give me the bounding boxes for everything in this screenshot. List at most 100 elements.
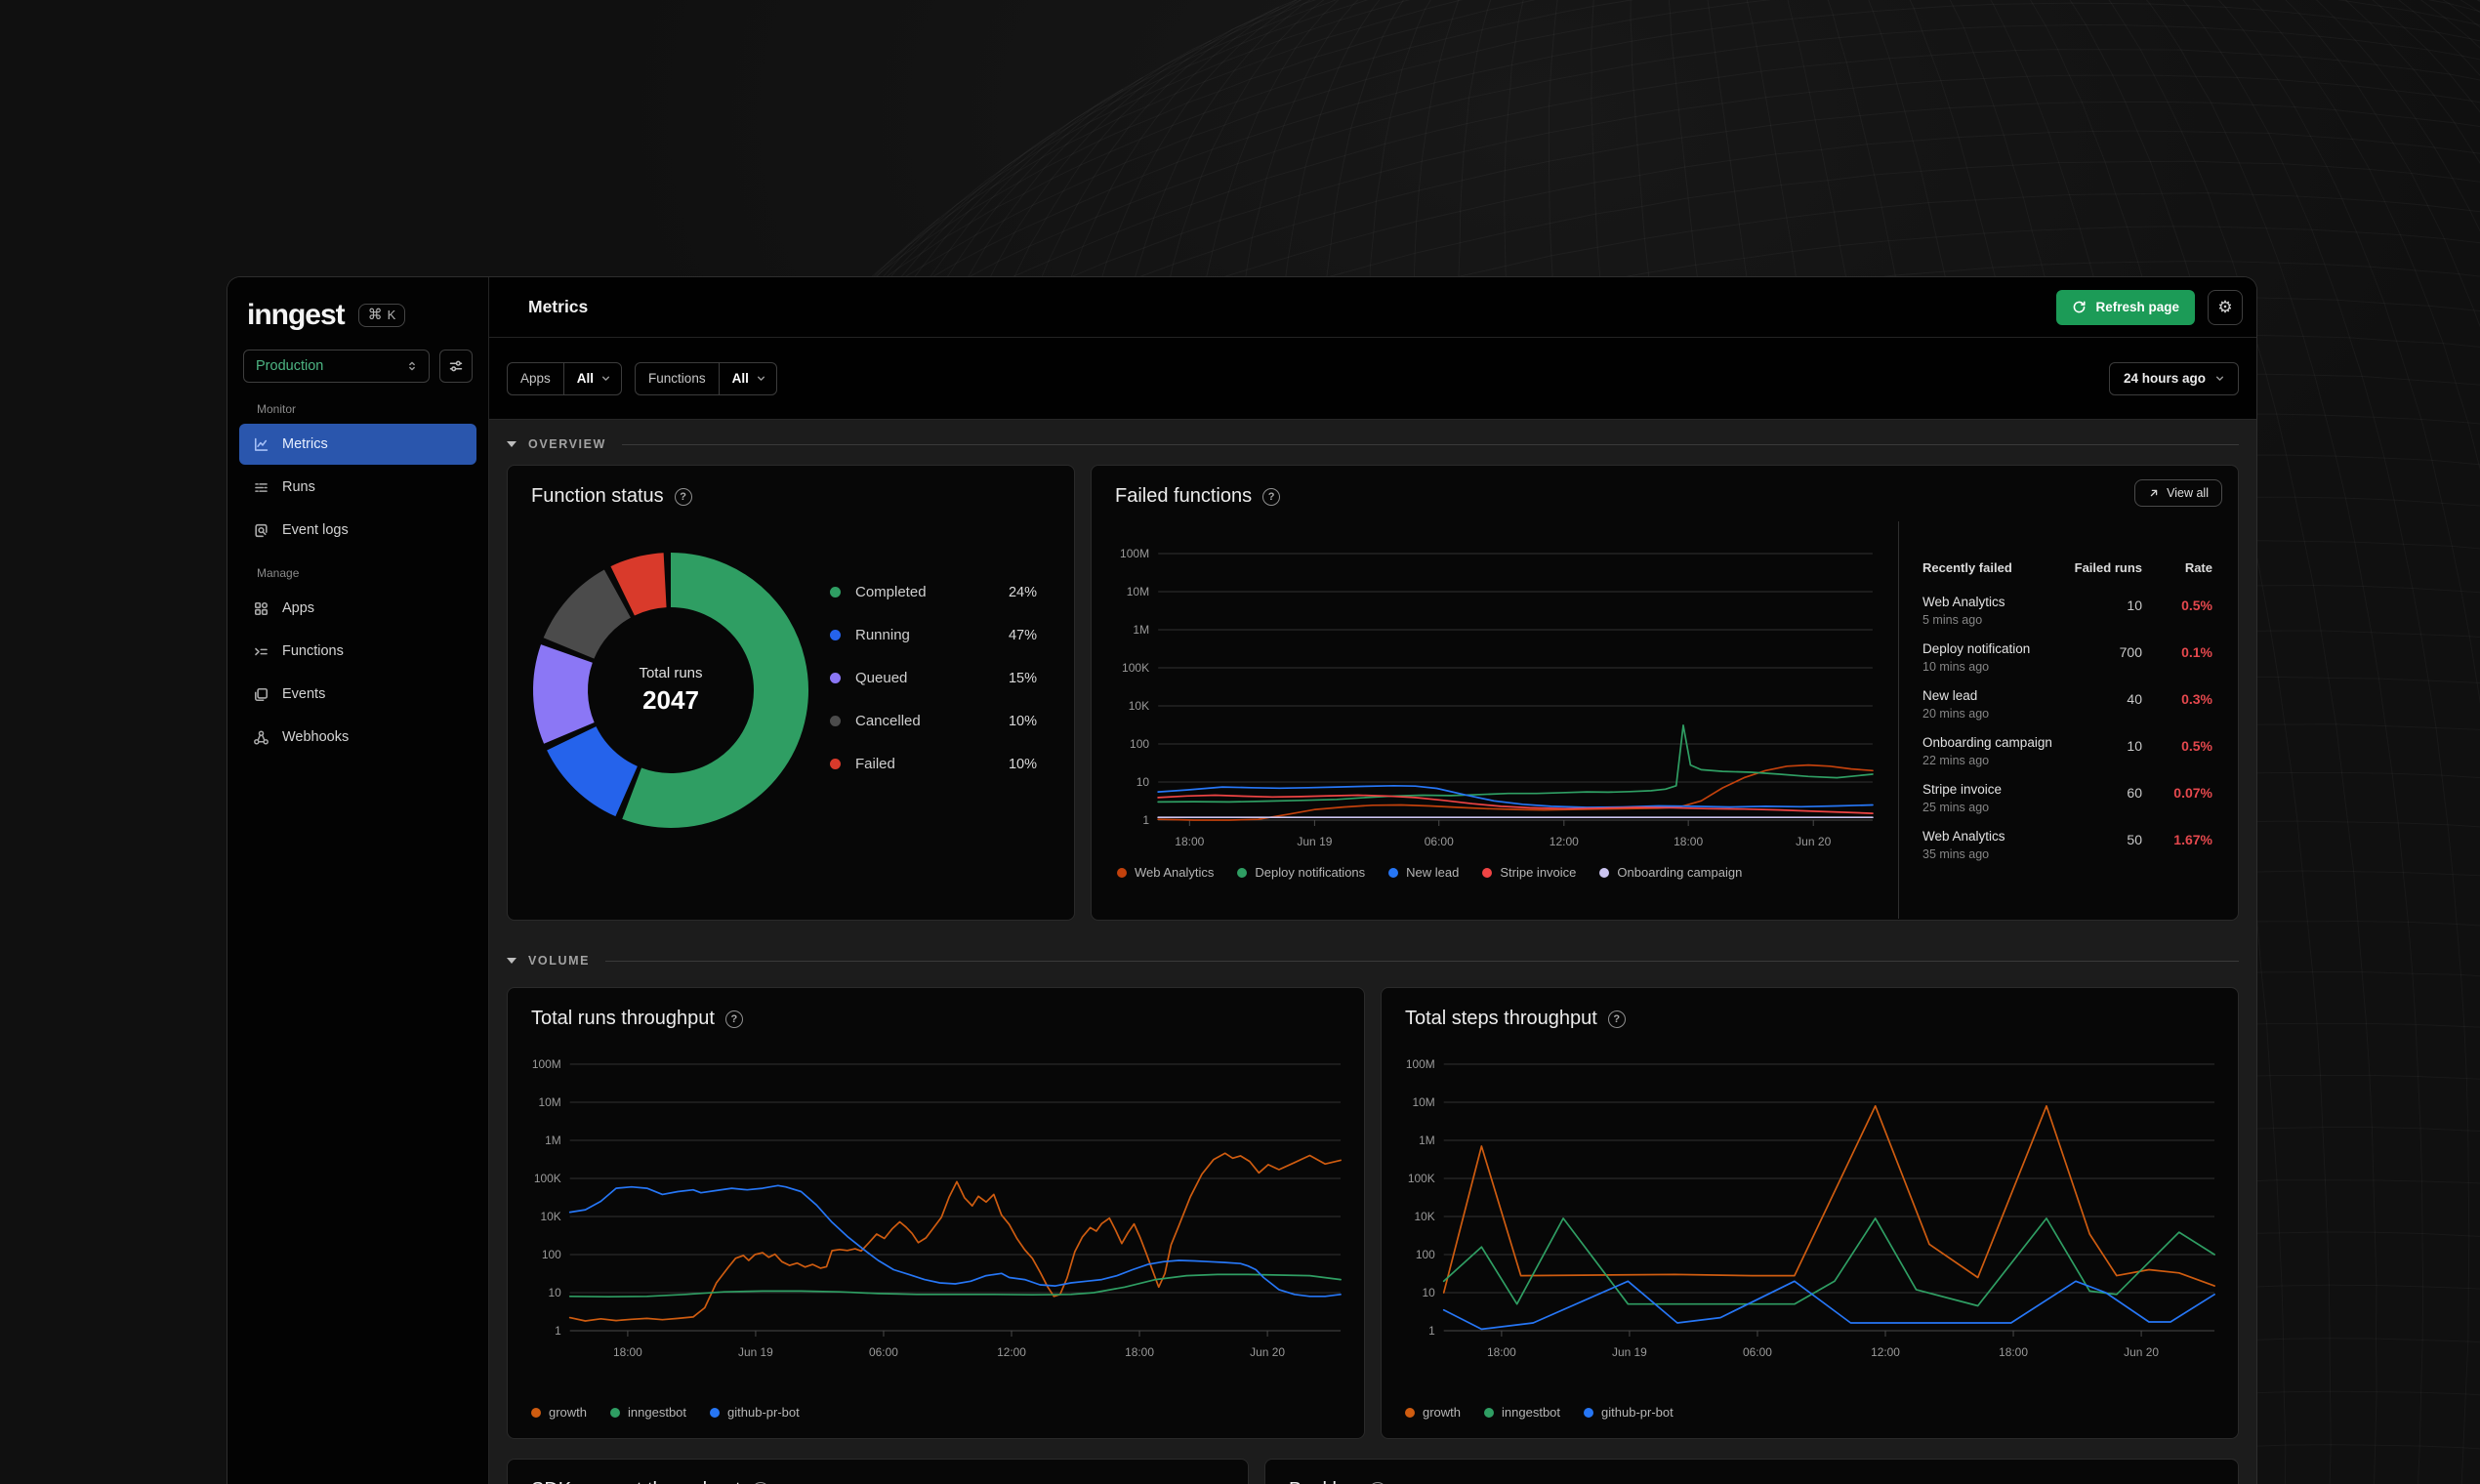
apps-filter-label: Apps [520,371,551,386]
help-icon[interactable]: ? [1607,1010,1626,1028]
svg-text:100K: 100K [1408,1172,1435,1185]
functions-filter[interactable]: Functions All [635,361,777,395]
time-range-value: 24 hours ago [2123,371,2206,386]
failed-functions-title: Failed functions [1115,485,1253,507]
refresh-page-button[interactable]: Refresh page [2056,289,2195,325]
svg-text:100M: 100M [1120,547,1149,560]
collapse-triangle-icon [507,441,517,447]
failed-runs-count: 50 [2127,832,2142,847]
failed-function-name: Web Analytics [1922,829,2005,844]
svg-text:06:00: 06:00 [1743,1345,1772,1359]
svg-text:10: 10 [548,1286,561,1299]
legend-dot-icon [830,587,841,598]
legend-item: Deploy notifications [1237,865,1365,880]
legend-label: inngestbot [628,1405,687,1420]
legend-dot-icon [830,716,841,726]
total-steps-throughput-title: Total steps throughput [1405,1008,1597,1029]
help-icon[interactable]: ? [674,487,692,506]
sidebar-item-runs[interactable]: Runs [239,467,476,508]
apps-filter[interactable]: Apps All [507,361,623,395]
svg-text:100K: 100K [534,1172,561,1185]
failed-rate: 0.07% [2173,785,2212,801]
legend-dot-icon [1599,867,1610,878]
total-runs-throughput-title: Total runs throughput [531,1008,715,1029]
apps-filter-value: All [576,371,595,386]
sidebar-item-label: Apps [282,600,315,616]
svg-text:Jun 19: Jun 19 [738,1345,773,1359]
desktop-background: inngest ⌘ K Production Monitor Metrics R… [0,0,2480,1484]
sidebar-item-events[interactable]: Events [239,674,476,715]
function-status-card: Function status ? Total runs 2047 Comple… [507,465,1075,921]
total-runs-legend: growth inngestbot github-pr-bot [508,1395,1364,1420]
legend-item: growth [531,1405,587,1420]
status-percent: 10% [1008,756,1037,772]
app-window: inngest ⌘ K Production Monitor Metrics R… [227,276,2257,1484]
sliders-icon [449,360,463,372]
status-legend-row: Completed 24% [830,584,1037,600]
sidebar-item-apps[interactable]: Apps [239,588,476,629]
status-name: Running [855,627,910,643]
svg-text:18:00: 18:00 [1674,835,1703,848]
chart-line-icon [253,436,269,453]
events-icon [253,686,269,703]
environment-select[interactable]: Production [243,350,430,383]
environment-filter-button[interactable] [439,350,473,383]
failed-runs-count: 60 [2127,785,2142,801]
view-all-button[interactable]: View all [2134,479,2222,507]
sidebar-item-label: Event logs [282,522,349,538]
settings-button[interactable]: ⚙ [2208,289,2243,325]
failed-runs-count: 40 [2127,691,2142,707]
function-status-legend: Completed 24% Running 47% Queued 15% Cancelled… [830,584,1037,799]
svg-text:1M: 1M [1133,623,1149,637]
sidebar-item-functions[interactable]: Functions [239,631,476,672]
legend-dot-icon [1405,1407,1415,1418]
failed-function-name: Stripe invoice [1922,782,2003,797]
svg-text:100M: 100M [532,1057,561,1071]
page-title: Metrics [528,297,589,316]
failed-function-time: 10 mins ago [1922,660,1990,674]
svg-text:06:00: 06:00 [869,1345,898,1359]
svg-text:1M: 1M [545,1134,561,1147]
status-name: Queued [855,670,908,686]
legend-label: Web Analytics [1135,865,1215,880]
sidebar-item-webhooks[interactable]: Webhooks [239,717,476,758]
legend-dot-icon [710,1407,721,1418]
legend-item: growth [1405,1405,1461,1420]
failed-function-time: 20 mins ago [1922,707,1990,721]
sidebar-item-event-logs[interactable]: Event logs [239,510,476,551]
total-runs-chart: 100M 10M 1M 100K 10K 100 10 1 18:00 Jun 19 06:00 12… [532,1057,1342,1359]
svg-text:100: 100 [1130,737,1149,751]
legend-item: Onboarding campaign [1599,865,1742,880]
sidebar-item-metrics[interactable]: Metrics [239,424,476,465]
refresh-icon [2074,301,2087,313]
status-name: Completed [855,584,927,600]
table-row: Stripe invoice 25 mins ago 60 0.07% [1922,782,2212,814]
status-percent: 15% [1008,670,1037,686]
svg-text:18:00: 18:00 [1487,1345,1516,1359]
status-percent: 47% [1008,627,1037,643]
chevron-down-icon [599,372,612,385]
help-icon[interactable]: ? [724,1010,743,1028]
svg-text:1M: 1M [1419,1134,1435,1147]
legend-dot-icon [1237,867,1248,878]
time-range-select[interactable]: 24 hours ago [2108,361,2239,395]
legend-item: Web Analytics [1117,865,1214,880]
failed-rate: 0.3% [2181,691,2212,707]
failed-function-time: 5 mins ago [1922,613,1983,627]
recently-failed-table: Recently failed Failed runs Rate Web Ana… [1898,521,2238,919]
svg-text:12:00: 12:00 [1871,1345,1900,1359]
section-volume[interactable]: VOLUME [507,948,2239,973]
legend-dot-icon [1482,867,1493,878]
refresh-page-label: Refresh page [2095,300,2179,314]
help-icon[interactable]: ? [1262,487,1281,506]
table-header-failed-runs: Failed runs [2074,560,2142,575]
failed-rate: 1.67% [2173,832,2212,847]
command-k-shortcut[interactable]: ⌘ K [357,304,406,327]
sidebar-item-label: Functions [282,643,344,659]
total-runs-throughput-card: Total runs throughput ? 100M 10M 1M 100K 10K… [507,987,1365,1439]
status-legend-row: Failed 10% [830,756,1037,772]
section-overview[interactable]: OVERVIEW [507,432,2239,457]
failed-function-name: Web Analytics [1922,595,2005,609]
svg-text:Jun 20: Jun 20 [1796,835,1831,848]
svg-text:18:00: 18:00 [1175,835,1204,848]
